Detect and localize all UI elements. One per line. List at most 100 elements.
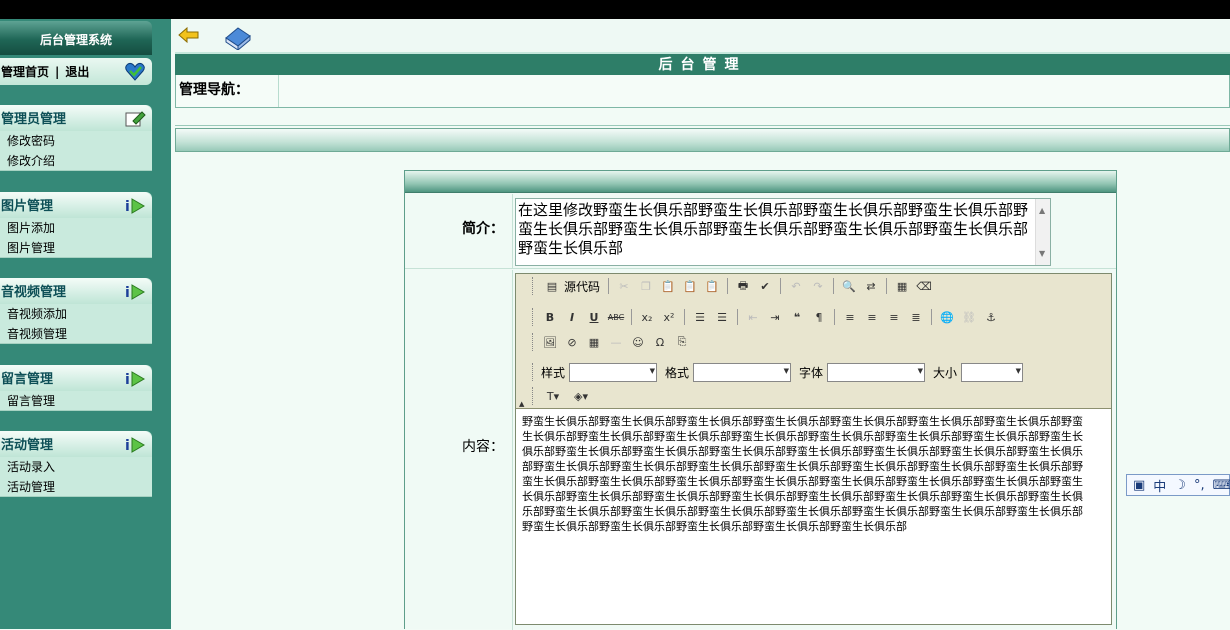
back-arrow-icon[interactable] — [178, 27, 200, 43]
home-link[interactable]: 管理首页 — [1, 65, 49, 79]
redo-icon[interactable]: ↷ — [809, 277, 827, 295]
image-icon[interactable]: 🖼 — [541, 333, 559, 351]
svg-text:i: i — [125, 372, 130, 388]
menu-manage-pictures[interactable]: 图片管理 — [0, 238, 152, 258]
logout-link[interactable]: 退出 — [65, 65, 89, 79]
source-button[interactable]: ▤ 源代码 — [541, 277, 602, 295]
unlink-icon[interactable]: ⛓ — [960, 308, 978, 326]
underline-icon[interactable]: U — [585, 308, 603, 326]
heart-icon — [125, 62, 145, 81]
strike-icon[interactable]: ABC — [607, 308, 625, 326]
book-icon[interactable] — [223, 24, 253, 50]
bold-icon[interactable]: B — [541, 308, 559, 326]
separator: | — [55, 65, 60, 79]
anchor-icon[interactable]: ⚓ — [982, 308, 1000, 326]
format-label: 格式 — [665, 365, 690, 380]
paste-word-icon[interactable]: 📋 — [703, 277, 721, 295]
div-icon[interactable]: ¶ — [810, 308, 828, 326]
toolbar-grip — [532, 363, 535, 381]
keyboard-icon[interactable]: ⌨ — [1213, 478, 1230, 493]
menu-manage-messages[interactable]: 留言管理 — [0, 391, 152, 411]
toolbar-row-4: 样式 格式 字体 大小 — [532, 360, 1027, 384]
italic-icon[interactable]: I — [563, 308, 581, 326]
menu-add-picture[interactable]: 图片添加 — [0, 218, 152, 238]
size-select[interactable] — [961, 362, 1024, 382]
undo-icon[interactable]: ↶ — [787, 277, 805, 295]
ime-status-bar[interactable]: ▣ 中 ☽ °, ⌨ — [1126, 474, 1230, 496]
remove-format-icon[interactable]: ⌫ — [915, 277, 933, 295]
group-title: 音视频管理 — [1, 285, 67, 300]
toolbar-row-1: ▤源代码 ✂ ❐ 📋 📋 📋 🖶 ✔ ↶ ↷ � — [532, 274, 933, 298]
paste-text-icon[interactable]: 📋 — [681, 277, 699, 295]
outdent-icon[interactable]: ⇤ — [744, 308, 762, 326]
indent-icon[interactable]: ⇥ — [766, 308, 784, 326]
intro-text: 在这里修改野蛮生长俱乐部野蛮生长俱乐部野蛮生长俱乐部野蛮生长俱乐部野蛮生长俱乐部… — [518, 201, 1029, 257]
edit-intro-panel: 简介： 在这里修改野蛮生长俱乐部野蛮生长俱乐部野蛮生长俱乐部野蛮生长俱乐部野蛮生… — [404, 170, 1117, 630]
align-left-icon[interactable]: ≡ — [841, 308, 859, 326]
menu-manage-activities[interactable]: 活动管理 — [0, 477, 152, 497]
format-select[interactable] — [693, 362, 792, 382]
select-all-icon[interactable]: ▦ — [893, 277, 911, 295]
editor-content[interactable]: 野蛮生长俱乐部野蛮生长俱乐部野蛮生长俱乐部野蛮生长俱乐部野蛮生长俱乐部野蛮生长俱… — [516, 410, 1111, 624]
style-select[interactable] — [569, 362, 658, 382]
top-toolbar — [171, 19, 1230, 52]
ime-mode[interactable]: 中 — [1153, 476, 1166, 495]
smiley-icon[interactable]: ☺ — [629, 333, 647, 351]
text-color-icon[interactable]: T▾ — [541, 387, 565, 405]
table-icon[interactable]: ▦ — [585, 333, 603, 351]
menu-manage-media[interactable]: 音视频管理 — [0, 324, 152, 344]
menu-add-media[interactable]: 音视频添加 — [0, 304, 152, 324]
spellcheck-icon[interactable]: ✔ — [756, 277, 774, 295]
panel-header — [405, 171, 1116, 193]
paste-icon[interactable]: 📋 — [659, 277, 677, 295]
intro-scrollbar[interactable]: ▲ ▼ — [1035, 199, 1050, 265]
horizontal-rule-icon[interactable]: — — [607, 333, 625, 351]
group-admin: 管理员管理 修改密码 修改介绍 — [0, 105, 152, 171]
toolbar-grip — [532, 387, 535, 405]
replace-icon[interactable]: ⇄ — [862, 277, 880, 295]
top-black-bar — [0, 0, 1230, 19]
bullet-list-icon[interactable]: ☰ — [713, 308, 731, 326]
moon-icon[interactable]: ☽ — [1174, 478, 1186, 493]
scroll-up-icon[interactable]: ▲ — [1039, 201, 1045, 220]
group-pictures: 图片管理 i 图片添加 图片管理 — [0, 192, 152, 258]
page-break-icon[interactable]: ⎘ — [673, 333, 691, 351]
align-right-icon[interactable]: ≡ — [885, 308, 903, 326]
menu-edit-intro[interactable]: 修改介绍 — [0, 151, 152, 171]
copy-icon[interactable]: ❐ — [637, 277, 655, 295]
group-media: 音视频管理 i 音视频添加 音视频管理 — [0, 278, 152, 344]
blockquote-icon[interactable]: ❝ — [788, 308, 806, 326]
menu-change-password[interactable]: 修改密码 — [0, 131, 152, 151]
superscript-icon[interactable]: x² — [660, 308, 678, 326]
punctuation-icon[interactable]: °, — [1194, 478, 1205, 493]
editor-toolbar: ▤源代码 ✂ ❐ 📋 📋 📋 🖶 ✔ ↶ ↷ � — [516, 274, 1111, 409]
sidebar-title: 后台管理系统 — [0, 21, 152, 55]
toolbar-grip — [532, 277, 535, 295]
print-icon[interactable]: 🖶 — [734, 277, 752, 295]
ordered-list-icon[interactable]: ☰ — [691, 308, 709, 326]
link-icon[interactable]: 🌐 — [938, 308, 956, 326]
toolbar-grip — [532, 308, 535, 326]
toolbar-row-3: 🖼 ⊘ ▦ — ☺ Ω ⎘ — [532, 330, 691, 354]
collapse-toolbar-icon[interactable]: ▲ — [519, 400, 524, 408]
special-char-icon[interactable]: Ω — [651, 333, 669, 351]
sidebar: 后台管理系统 管理首页 | 退出 管理员管理 修改密码 修改介绍 图片管理 i 图片… — [0, 19, 171, 629]
menu-add-activity[interactable]: 活动录入 — [0, 457, 152, 477]
intro-textarea[interactable]: 在这里修改野蛮生长俱乐部野蛮生长俱乐部野蛮生长俱乐部野蛮生长俱乐部野蛮生长俱乐部… — [515, 198, 1051, 266]
align-justify-icon[interactable]: ≣ — [907, 308, 925, 326]
cut-icon[interactable]: ✂ — [615, 277, 633, 295]
section-band — [175, 128, 1230, 152]
flash-icon[interactable]: ⊘ — [563, 333, 581, 351]
align-center-icon[interactable]: ≡ — [863, 308, 881, 326]
font-select[interactable] — [827, 362, 926, 382]
source-icon: ▤ — [546, 279, 558, 293]
svg-text:i: i — [125, 438, 130, 454]
bg-color-icon[interactable]: ◈▾ — [569, 387, 593, 405]
nav-label: 管理导航： — [176, 75, 279, 107]
scroll-down-icon[interactable]: ▼ — [1039, 244, 1045, 263]
subscript-icon[interactable]: x₂ — [638, 308, 656, 326]
i-logo-icon: i — [125, 371, 145, 388]
group-messages: 留言管理 i 留言管理 — [0, 365, 152, 411]
find-icon[interactable]: 🔍 — [840, 277, 858, 295]
i-logo-icon: i — [125, 437, 145, 454]
